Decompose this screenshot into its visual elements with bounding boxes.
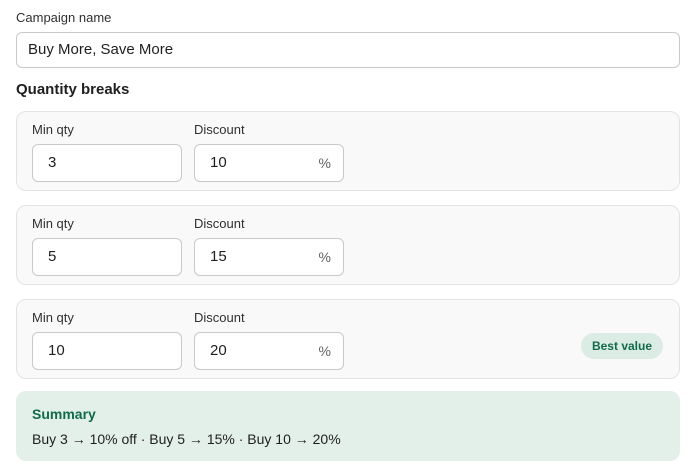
min-qty-label: Min qty (32, 216, 74, 231)
min-qty-group: Min qty 5 (32, 216, 182, 276)
campaign-name-input[interactable]: Buy More, Save More (16, 32, 680, 68)
discount-group: Discount 15 % (194, 216, 344, 276)
discount-value: 10 (210, 154, 227, 171)
min-qty-value: 3 (48, 154, 57, 171)
summary-panel: Summary Buy 3 → 10% off · Buy 5 → 15% · … (16, 391, 680, 461)
discount-value: 15 (210, 248, 227, 265)
summary-text: Buy 3 → 10% off · Buy 5 → 15% · Buy 10 →… (32, 431, 341, 447)
campaign-name-label: Campaign name (16, 10, 112, 25)
discount-input[interactable]: 10 % (194, 144, 344, 182)
campaign-form: Campaign name Buy More, Save More Quanti… (16, 10, 680, 461)
discount-label: Discount (194, 122, 245, 137)
discount-value: 20 (210, 342, 227, 359)
discount-label: Discount (194, 216, 245, 231)
best-value-badge: Best value (580, 333, 663, 359)
discount-input[interactable]: 20 % (194, 332, 344, 370)
min-qty-label: Min qty (32, 310, 74, 325)
summary-title: Summary (32, 406, 96, 422)
percent-suffix: % (318, 249, 331, 265)
quantity-break-card: Min qty 5 Discount 15 % (16, 205, 680, 285)
discount-group: Discount 10 % (194, 122, 344, 182)
min-qty-group: Min qty 3 (32, 122, 182, 182)
percent-suffix: % (318, 343, 331, 359)
min-qty-group: Min qty 10 (32, 310, 182, 370)
discount-label: Discount (194, 310, 245, 325)
percent-suffix: % (318, 155, 331, 171)
quantity-breaks-list: Min qty 3 Discount 10 % Min qty 5 Discou… (16, 111, 680, 379)
min-qty-input[interactable]: 10 (32, 332, 182, 370)
quantity-break-card: Min qty 10 Discount 20 % Best value (16, 299, 680, 379)
quantity-breaks-title: Quantity breaks (16, 81, 130, 98)
min-qty-input[interactable]: 5 (32, 238, 182, 276)
min-qty-input[interactable]: 3 (32, 144, 182, 182)
quantity-break-card: Min qty 3 Discount 10 % (16, 111, 680, 191)
min-qty-value: 10 (48, 342, 65, 359)
discount-group: Discount 20 % (194, 310, 344, 370)
min-qty-label: Min qty (32, 122, 74, 137)
discount-input[interactable]: 15 % (194, 238, 344, 276)
min-qty-value: 5 (48, 248, 57, 265)
